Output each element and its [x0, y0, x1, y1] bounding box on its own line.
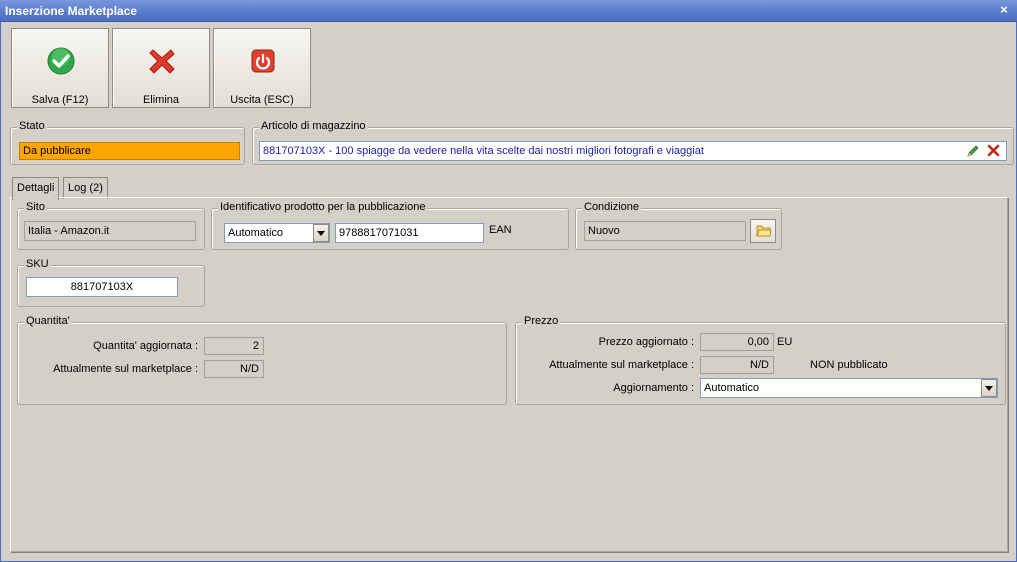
quantita-group: Quantita' Quantita' aggiornata : 2 Attua…	[17, 315, 507, 405]
power-icon	[251, 49, 275, 73]
condizione-group: Condizione Nuovo	[575, 201, 782, 250]
prezzo-updated-field: 0,00	[700, 333, 774, 351]
sku-title: SKU	[24, 258, 51, 270]
folder-icon	[756, 225, 772, 237]
articolo-group: Articolo di magazzino 881707103X - 100 s…	[252, 120, 1014, 165]
prezzo-status-text: NON pubblicato	[810, 359, 888, 371]
quantita-updated-label: Quantita' aggiornata :	[93, 340, 198, 352]
checkmark-icon	[47, 47, 75, 75]
tab-dettagli[interactable]: Dettagli	[12, 177, 60, 200]
stato-group: Stato Da pubblicare	[10, 120, 245, 165]
prezzo-updated-label: Prezzo aggiornato :	[598, 336, 694, 348]
chevron-down-icon[interactable]	[313, 224, 329, 242]
red-x-icon	[149, 49, 175, 74]
prezzo-title: Prezzo	[522, 315, 561, 327]
quantita-market-field: N/D	[204, 360, 264, 378]
pencil-icon[interactable]	[966, 144, 980, 158]
dialog-body: Salva (F12) Elimina Uscita (ESC) Stato D…	[0, 22, 1017, 562]
chevron-down-icon[interactable]	[981, 379, 997, 397]
delete-button[interactable]: Elimina	[112, 28, 210, 108]
articolo-field: 881707103X - 100 spiagge da vedere nella…	[259, 141, 1007, 161]
sito-group: Sito Italia - Amazon.it	[17, 201, 205, 250]
exit-button[interactable]: Uscita (ESC)	[213, 28, 311, 108]
title-bar: Inserzione Marketplace ×	[0, 0, 1017, 22]
condizione-field: Nuovo	[584, 221, 746, 241]
aggiornamento-label: Aggiornamento :	[613, 382, 694, 394]
tab-log[interactable]: Log (2)	[63, 177, 108, 199]
prezzo-currency: EU	[777, 336, 793, 348]
aggiornamento-value: Automatico	[704, 382, 760, 394]
articolo-title: Articolo di magazzino	[259, 120, 368, 132]
sito-title: Sito	[24, 201, 47, 213]
save-button[interactable]: Salva (F12)	[11, 28, 109, 108]
condizione-title: Condizione	[582, 201, 642, 213]
close-icon[interactable]: ×	[997, 3, 1011, 17]
identificativo-type-select[interactable]: Automatico	[224, 223, 330, 243]
identificativo-group: Identificativo prodotto per la pubblicaz…	[211, 201, 569, 250]
quantita-market-label: Attualmente sul marketplace :	[53, 363, 198, 375]
stato-field: Da pubblicare	[19, 142, 240, 160]
identificativo-title: Identificativo prodotto per la pubblicaz…	[218, 201, 428, 213]
identificativo-code-input[interactable]: 9788817071031	[335, 223, 484, 243]
identificativo-code-type: EAN	[489, 224, 512, 236]
condizione-browse-button[interactable]	[750, 219, 776, 243]
identificativo-type-value: Automatico	[228, 227, 284, 239]
sku-group: SKU 881707103X	[17, 258, 205, 307]
prezzo-group: Prezzo Prezzo aggiornato : 0,00 EU Attua…	[515, 315, 1006, 405]
articolo-value: 881707103X - 100 spiagge da vedere nella…	[263, 145, 704, 157]
exit-button-label: Uscita (ESC)	[230, 94, 294, 106]
remove-icon[interactable]	[987, 144, 1000, 157]
prezzo-market-label: Attualmente sul marketplace :	[549, 359, 694, 371]
window-title: Inserzione Marketplace	[5, 4, 138, 18]
quantita-updated-field: 2	[204, 337, 264, 355]
sku-input[interactable]: 881707103X	[26, 277, 178, 297]
quantita-title: Quantita'	[24, 315, 72, 327]
aggiornamento-select[interactable]: Automatico	[700, 378, 998, 398]
prezzo-market-field: N/D	[700, 356, 774, 374]
sito-field: Italia - Amazon.it	[24, 221, 196, 241]
stato-title: Stato	[17, 120, 47, 132]
save-button-label: Salva (F12)	[31, 94, 89, 106]
delete-button-label: Elimina	[142, 94, 180, 106]
